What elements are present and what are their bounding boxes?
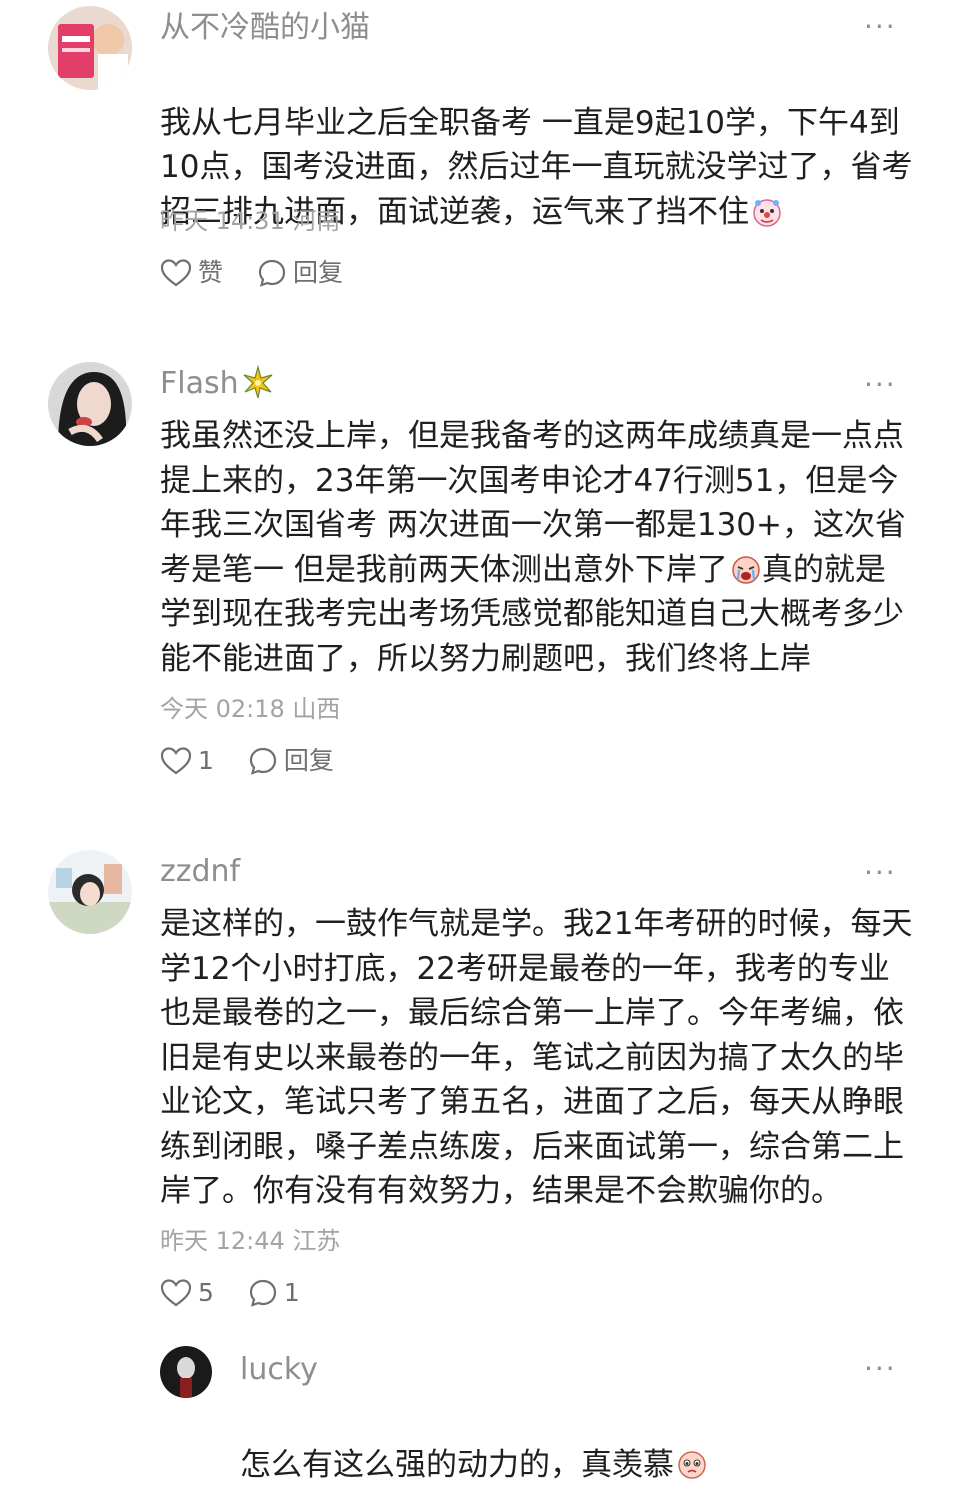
comment-bubble-icon: [249, 747, 277, 775]
comment-actions: 赞 回复: [160, 258, 377, 288]
heart-icon: [160, 747, 192, 775]
like-count: 5: [198, 1278, 214, 1307]
comment-text: 是这样的，一鼓作气就是学。我21年考研的时候，每天 学12个小时打底，22考研是…: [160, 906, 913, 1209]
like-button[interactable]: 5: [160, 1278, 214, 1308]
comment-meta: 今天 02:18 山西: [160, 695, 341, 723]
avatar[interactable]: [48, 850, 132, 934]
username[interactable]: lucky: [240, 1350, 318, 1390]
more-options-icon[interactable]: ···: [864, 370, 897, 400]
reply-label: 回复: [293, 258, 344, 287]
like-label: 赞: [198, 258, 224, 287]
more-options-icon[interactable]: ···: [864, 12, 897, 42]
comment-actions: 5 1: [160, 1278, 334, 1308]
username[interactable]: zzdnf: [160, 852, 240, 892]
like-button[interactable]: 赞: [160, 258, 223, 288]
comment-meta: 昨天 12:44 江苏: [160, 1227, 341, 1255]
reply-button[interactable]: 回复: [257, 258, 343, 288]
comment-meta: 昨天 14:31 河南: [160, 207, 341, 235]
heart-icon: [160, 1279, 192, 1307]
comment-bubble-icon: [249, 1279, 277, 1307]
like-button[interactable]: 1: [160, 746, 214, 776]
comment-actions: 1 回复: [160, 746, 368, 776]
reply-button[interactable]: 1: [248, 1278, 300, 1308]
sparkle-star-icon: [243, 364, 273, 399]
username[interactable]: Flash: [160, 364, 275, 404]
like-count: 1: [198, 746, 214, 775]
avatar[interactable]: [48, 362, 132, 446]
avatar[interactable]: [48, 6, 132, 90]
avatar[interactable]: [160, 1346, 212, 1398]
heart-icon: [160, 259, 192, 287]
reply-text: 怎么有这么强的动力的，真羡慕: [240, 1398, 920, 1487]
comment-text: 我虽然还没上岸，但是我备考的这两年成绩真是一点点 提上来的，23年第一次国考申论…: [160, 414, 920, 681]
comment-bubble-icon: [258, 259, 286, 287]
crying-face-icon: [730, 554, 762, 586]
more-options-icon[interactable]: ···: [864, 858, 897, 888]
reply-button[interactable]: 回复: [248, 746, 334, 776]
more-options-icon[interactable]: ···: [864, 1354, 897, 1384]
reply-label: 回复: [283, 746, 334, 775]
clown-face-icon: [751, 196, 783, 228]
pleading-face-icon: [676, 1449, 708, 1481]
reply-count: 1: [283, 1278, 300, 1307]
username[interactable]: 从不冷酷的小猫: [160, 8, 370, 48]
